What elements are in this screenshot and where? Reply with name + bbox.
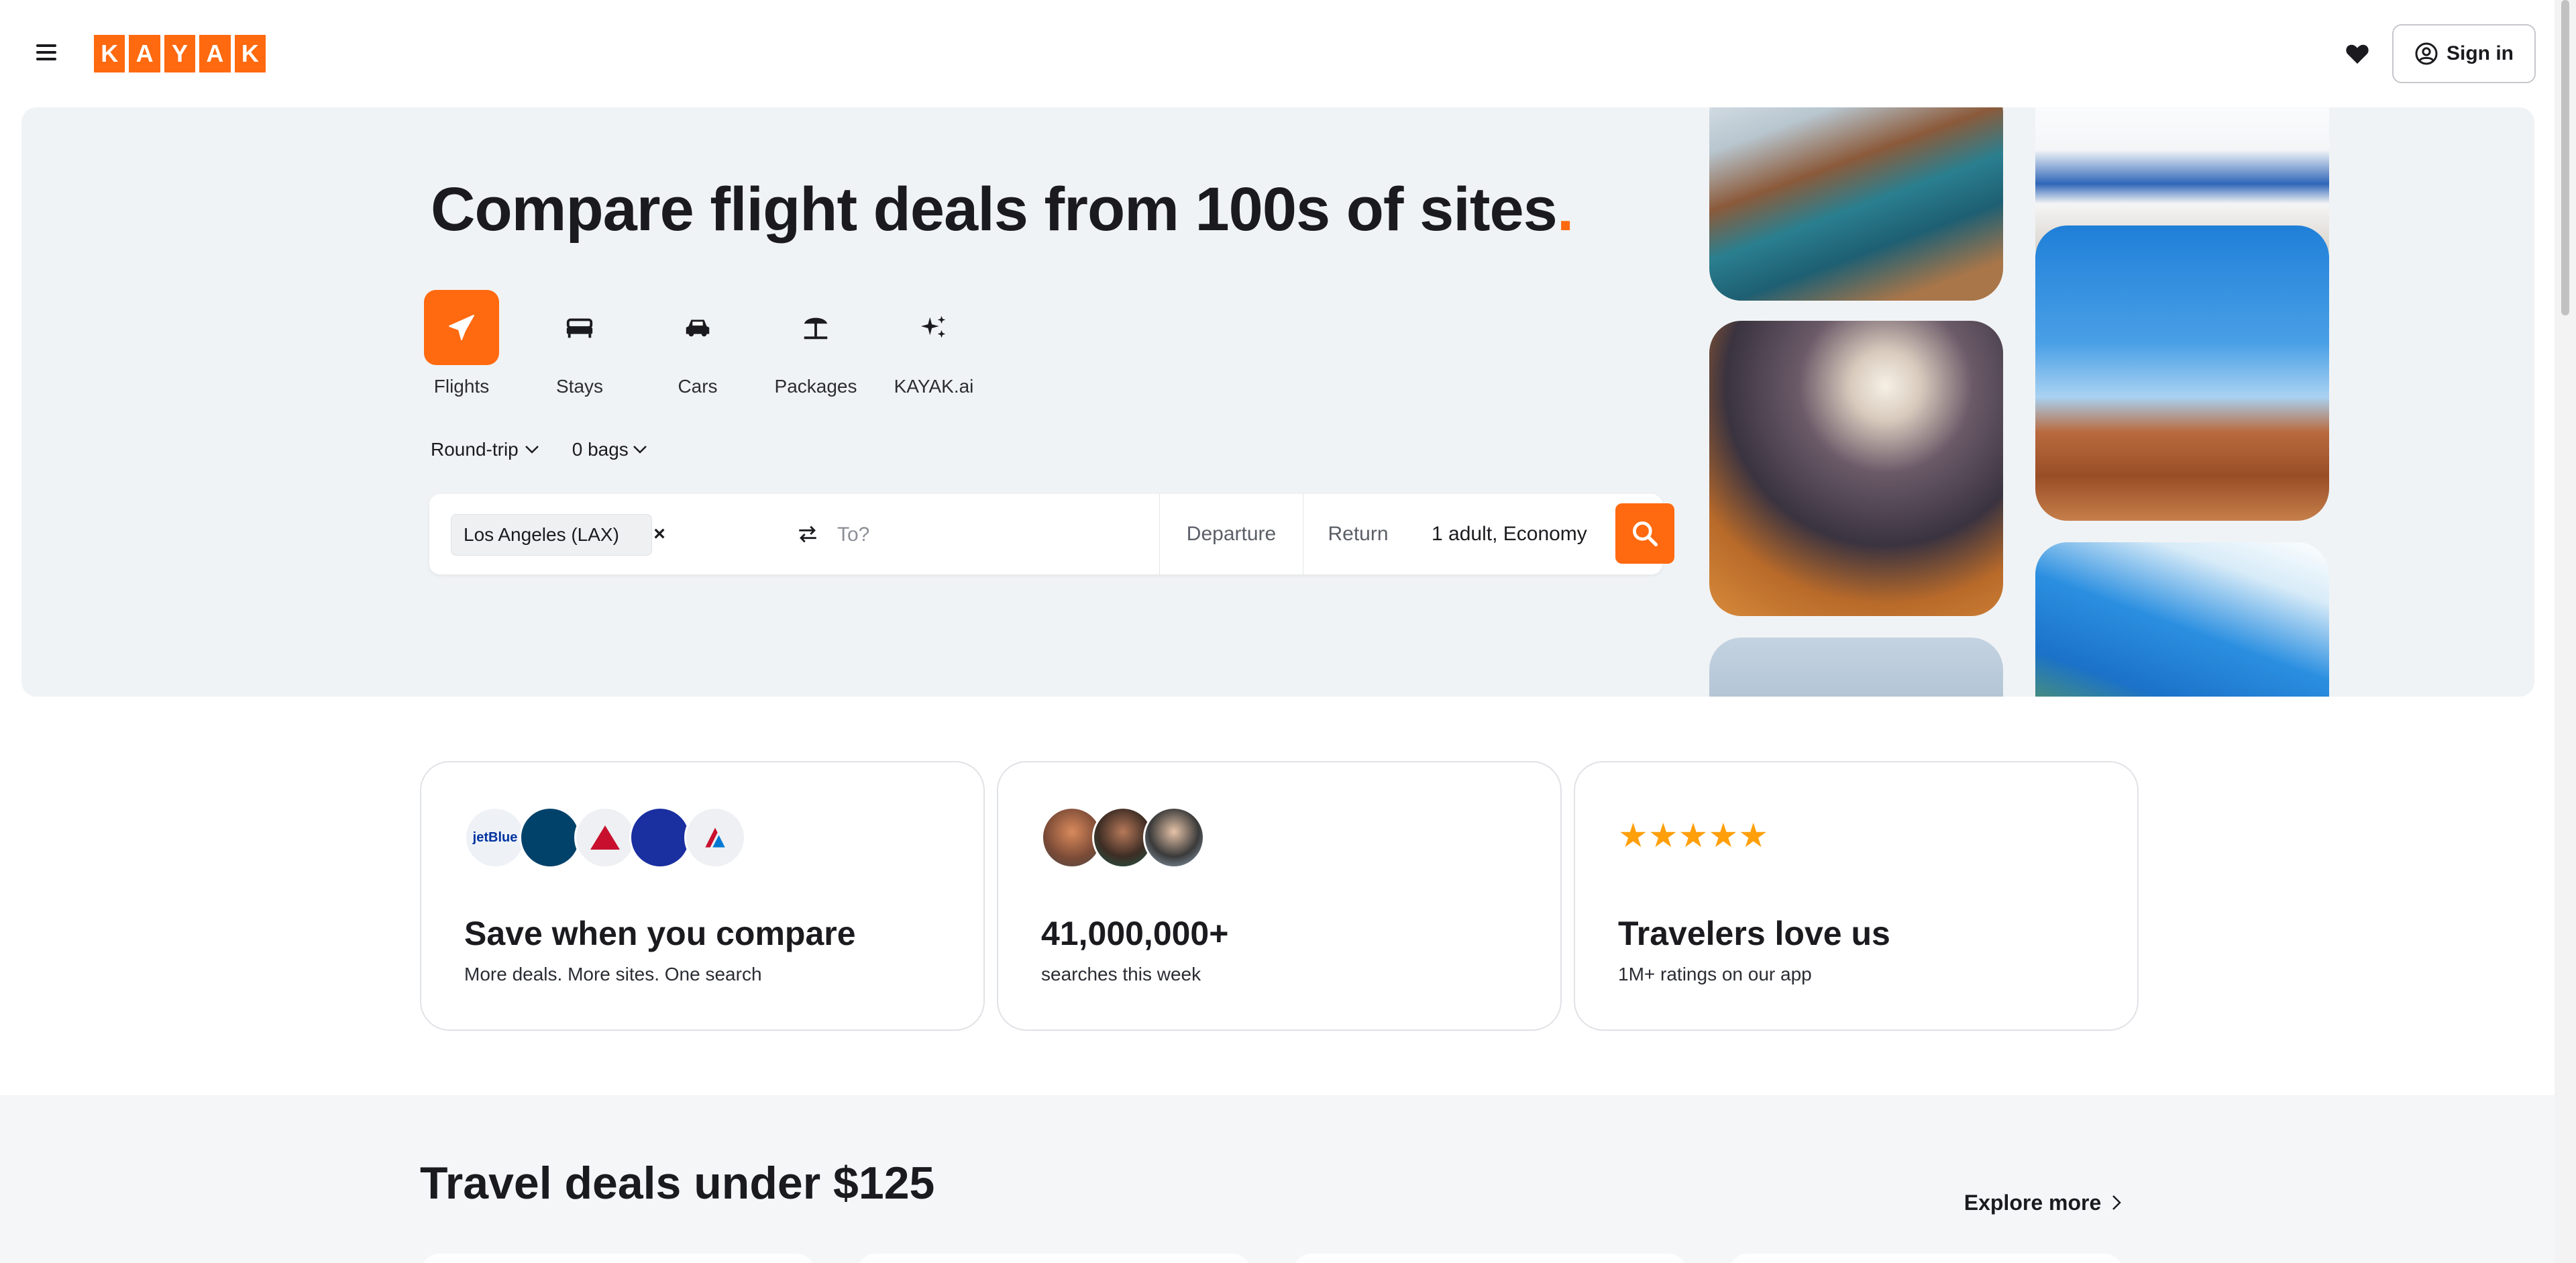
origin-chip: Los Angeles (LAX) — [451, 514, 652, 556]
chevron-down-icon — [525, 446, 539, 454]
travelers-cabin-select[interactable]: 1 adult, Economy — [1432, 514, 1597, 554]
bed-icon — [566, 318, 593, 338]
deal-card[interactable] — [420, 1254, 816, 1263]
tab-stays[interactable]: Stays — [542, 290, 617, 397]
tab-label: Stays — [555, 376, 604, 397]
deals-title: Travel deals under $125 — [420, 1158, 935, 1209]
value-props: jetBlue Save when you compare More deals… — [420, 761, 2139, 1031]
trip-type-value: Round-trip — [431, 439, 519, 460]
explore-more-button[interactable]: Explore more — [1948, 1173, 2137, 1232]
flights-tab-box[interactable] — [424, 290, 499, 365]
swap-origin-destination-button[interactable] — [784, 510, 832, 558]
packages-tab-box[interactable] — [778, 290, 853, 365]
bags-select[interactable]: 0 bags — [572, 439, 647, 460]
chevron-right-icon — [2112, 1195, 2122, 1210]
airline-logos: jetBlue — [464, 807, 746, 868]
vertical-tabs: Flights Stays Cars Packages KAYAK.ai — [424, 290, 974, 397]
page-scrollbar[interactable] — [2555, 0, 2576, 1263]
scrollbar-thumb[interactable] — [2561, 0, 2569, 315]
kayak-ai-tab-box[interactable] — [896, 290, 971, 365]
kayak-home-page: K A Y A K Sign in Compare flight deals f… — [0, 0, 2576, 1263]
delta-logo — [574, 807, 636, 868]
hero-section: Compare flight deals from 100s of sites.… — [21, 107, 2534, 697]
return-date-field[interactable]: Return — [1303, 494, 1413, 574]
card-subtitle: searches this week — [1041, 964, 1201, 984]
return-label: Return — [1328, 523, 1389, 545]
star-rating: ★★★★★ — [1618, 817, 1769, 854]
tab-kayak-ai[interactable]: KAYAK.ai — [894, 290, 974, 397]
bags-value: 0 bags — [572, 439, 629, 460]
departure-label: Departure — [1186, 523, 1277, 545]
tab-label: Packages — [774, 376, 857, 397]
value-card-ratings: ★★★★★ Travelers love us 1M+ ratings on o… — [1574, 761, 2139, 1031]
user-circle-icon — [2415, 42, 2438, 65]
favorites-button[interactable] — [2326, 24, 2388, 83]
sparkles-icon — [920, 315, 946, 338]
tab-label: Flights — [433, 376, 490, 397]
card-subtitle: More deals. More sites. One search — [464, 964, 762, 984]
card-title: 41,000,000+ — [1041, 915, 1229, 952]
trip-type-dropdown-button[interactable] — [519, 436, 545, 463]
trip-type-select[interactable]: Round-trip — [431, 436, 545, 463]
search-icon — [1633, 521, 1658, 547]
hero-photo-child-window — [1709, 321, 2003, 616]
flight-search-form: Los Angeles (LAX) × Departure Return 1 a… — [429, 494, 1674, 574]
united-logo — [629, 807, 691, 868]
american-eagle-icon — [705, 827, 725, 848]
hero-title: Compare flight deals from 100s of sites. — [431, 175, 1574, 244]
jetblue-logo: jetBlue — [464, 807, 526, 868]
kayak-logo[interactable]: K A Y A K — [94, 35, 266, 72]
value-card-compare: jetBlue Save when you compare More deals… — [420, 761, 985, 1031]
card-title: Travelers love us — [1618, 915, 1890, 952]
explore-more-label: Explore more — [1964, 1190, 2102, 1215]
hero-photo-sky — [1709, 638, 2003, 697]
cars-tab-box[interactable] — [660, 290, 735, 365]
close-icon: × — [653, 523, 665, 545]
chevron-down-icon — [633, 446, 647, 454]
plane-icon — [449, 315, 474, 340]
origin-chip-label: Los Angeles (LAX) — [464, 524, 619, 545]
value-card-searches: 41,000,000+ searches this week — [997, 761, 1562, 1031]
card-subtitle: 1M+ ratings on our app — [1618, 964, 1812, 984]
avatar — [1143, 807, 1205, 868]
trip-options-row: Round-trip 0 bags — [431, 436, 647, 463]
delta-triangle-icon — [590, 825, 620, 850]
tab-label: KAYAK.ai — [894, 376, 974, 397]
alaska-logo — [519, 807, 581, 868]
menu-button[interactable] — [16, 21, 76, 83]
american-logo — [684, 807, 746, 868]
deal-card[interactable] — [1728, 1254, 2124, 1263]
tab-flights[interactable]: Flights — [424, 290, 499, 397]
deals-section — [0, 1095, 2555, 1263]
heart-icon — [2346, 44, 2369, 64]
car-icon — [686, 319, 710, 337]
sign-in-label: Sign in — [2447, 42, 2514, 64]
tab-label: Cars — [678, 376, 718, 397]
tab-cars[interactable]: Cars — [660, 290, 735, 397]
beach-umbrella-icon — [804, 317, 828, 340]
deal-card[interactable] — [856, 1254, 1252, 1263]
hero-photo-desert-plane — [2035, 225, 2329, 521]
origin-input[interactable] — [687, 518, 781, 550]
sign-in-button[interactable]: Sign in — [2392, 24, 2536, 83]
hero-photo-palm — [2035, 542, 2329, 697]
hero-photo-aerial-wing — [1709, 107, 2003, 301]
remove-origin-button[interactable]: × — [641, 513, 678, 556]
hamburger-icon — [36, 44, 56, 60]
travelers-value: 1 adult, Economy — [1432, 523, 1587, 545]
card-title: Save when you compare — [464, 915, 856, 952]
swap-arrows-icon — [799, 525, 816, 543]
departure-date-field[interactable]: Departure — [1159, 494, 1303, 574]
tab-packages[interactable]: Packages — [775, 290, 857, 397]
deal-card[interactable] — [1292, 1254, 1688, 1263]
destination-input[interactable] — [835, 518, 1143, 552]
user-avatars — [1041, 807, 1205, 868]
stays-tab-box[interactable] — [542, 290, 617, 365]
search-button[interactable] — [1615, 503, 1674, 564]
